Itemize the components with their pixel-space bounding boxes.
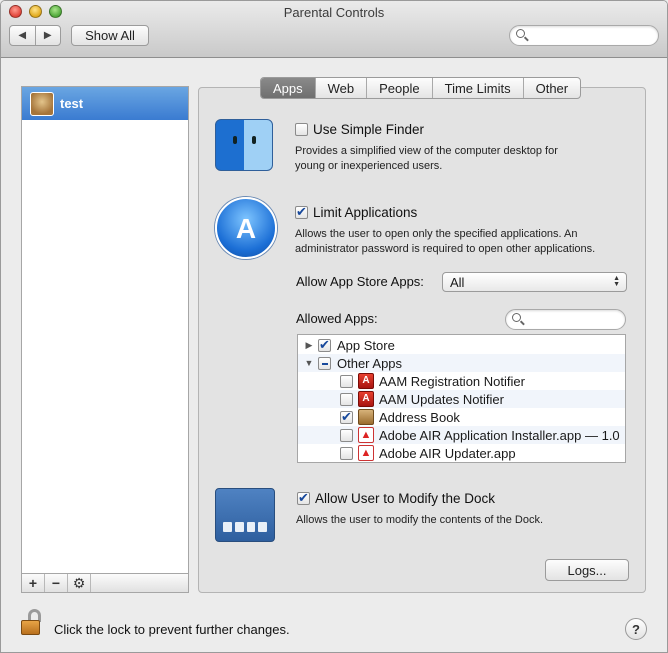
- allowed-apps-label: Allowed Apps:: [296, 311, 378, 326]
- help-button[interactable]: ?: [625, 618, 647, 640]
- app-name: AAM Updates Notifier: [379, 391, 504, 407]
- app-checkbox[interactable]: [340, 428, 353, 442]
- user-list[interactable]: test: [21, 86, 189, 574]
- limit-applications-description: Allows the user to open only the specifi…: [295, 227, 595, 257]
- list-item[interactable]: ▶ App Store: [298, 336, 625, 354]
- use-simple-finder-option[interactable]: Use Simple Finder: [295, 122, 424, 137]
- app-checkbox[interactable]: [340, 446, 353, 460]
- allowed-apps-list[interactable]: ▶ App Store ▼ Other Apps AAM Registratio…: [297, 334, 626, 463]
- user-list-item[interactable]: test: [22, 87, 188, 120]
- list-item[interactable]: Address Book: [298, 408, 625, 426]
- forward-icon[interactable]: ▶: [36, 30, 61, 41]
- search-field[interactable]: [509, 25, 659, 46]
- use-simple-finder-checkbox[interactable]: [295, 123, 308, 136]
- app-checkbox[interactable]: [340, 409, 353, 425]
- app-name: App Store: [337, 337, 395, 353]
- modify-dock-label: Allow User to Modify the Dock: [315, 491, 496, 506]
- allow-app-store-apps-select[interactable]: All ▲ ▼: [442, 272, 627, 292]
- simple-finder-description-line: young or inexperienced users.: [295, 160, 443, 172]
- modify-dock-description: Allows the user to modify the contents o…: [296, 514, 544, 526]
- app-checkbox[interactable]: [318, 337, 331, 353]
- tab-apps[interactable]: Apps: [261, 78, 316, 98]
- limit-applications-description-line: administrator password is required to op…: [295, 243, 596, 255]
- show-all-button[interactable]: Show All: [71, 25, 149, 46]
- add-user-button[interactable]: +: [22, 574, 45, 592]
- app-store-icon: A: [215, 197, 277, 259]
- title-bar: Parental Controls ◀ ▶ Show All: [1, 1, 667, 58]
- search-icon: [512, 313, 521, 322]
- simple-finder-description-line: Provides a simplified view of the comput…: [295, 145, 558, 157]
- list-item[interactable]: Adobe AIR Updater.app: [298, 444, 625, 462]
- allow-app-store-apps-label: Allow App Store Apps:: [296, 274, 424, 289]
- popup-arrows-icon: ▲ ▼: [613, 275, 620, 288]
- window-title: Parental Controls: [283, 5, 385, 20]
- list-item[interactable]: Adobe AIR Application Installer.app — 1.…: [298, 426, 625, 444]
- modify-dock-checkbox[interactable]: [297, 490, 310, 506]
- lock-status-text: Click the lock to prevent further change…: [54, 622, 290, 637]
- adobe-air-icon: [358, 445, 374, 461]
- app-name: Other Apps: [337, 355, 403, 371]
- app-name: Adobe AIR Updater.app: [379, 445, 516, 461]
- app-name: Adobe AIR Application Installer.app — 1.…: [379, 427, 620, 443]
- allow-app-store-apps-value: All: [450, 274, 465, 290]
- adobe-icon: [358, 391, 374, 407]
- user-name: test: [60, 96, 84, 111]
- tab-other[interactable]: Other: [524, 78, 581, 98]
- use-simple-finder-label: Use Simple Finder: [313, 122, 425, 137]
- tab-time-limits[interactable]: Time Limits: [433, 78, 524, 98]
- dock-icon: [215, 488, 275, 542]
- parental-controls-window: Parental Controls ◀ ▶ Show All test + − …: [0, 0, 668, 653]
- limit-applications-checkbox[interactable]: [295, 204, 308, 220]
- list-item[interactable]: ▼ Other Apps: [298, 354, 625, 372]
- avatar: [30, 91, 54, 116]
- search-icon: [516, 29, 525, 38]
- limit-applications-label: Limit Applications: [313, 205, 418, 220]
- disclosure-triangle-icon[interactable]: ▶: [304, 340, 314, 351]
- tab-web[interactable]: Web: [316, 78, 368, 98]
- back-forward-control: ◀ ▶: [9, 25, 61, 46]
- app-checkbox[interactable]: [318, 356, 331, 370]
- limit-applications-description-line: Allows the user to open only the specifi…: [295, 228, 578, 240]
- logs-button[interactable]: Logs...: [545, 559, 629, 581]
- list-item[interactable]: AAM Registration Notifier: [298, 372, 625, 390]
- adobe-air-icon: [358, 427, 374, 443]
- remove-user-button[interactable]: −: [45, 574, 68, 592]
- modify-dock-option[interactable]: Allow User to Modify the Dock: [297, 490, 496, 506]
- user-list-toolbar: + − ⚙: [21, 573, 189, 593]
- app-checkbox[interactable]: [340, 374, 353, 388]
- app-name: AAM Registration Notifier: [379, 373, 525, 389]
- adobe-icon: [358, 373, 374, 389]
- limit-applications-option[interactable]: Limit Applications: [295, 204, 418, 220]
- gear-icon[interactable]: ⚙: [68, 574, 91, 592]
- lock-icon[interactable]: [21, 609, 41, 637]
- tab-people[interactable]: People: [367, 78, 433, 98]
- app-name: Address Book: [379, 409, 460, 425]
- finder-icon: [215, 119, 273, 171]
- disclosure-triangle-icon[interactable]: ▼: [304, 358, 314, 368]
- address-book-icon: [358, 409, 374, 425]
- tab-bar: Apps Web People Time Limits Other: [260, 77, 582, 99]
- allowed-apps-search-field[interactable]: [505, 309, 626, 330]
- app-checkbox[interactable]: [340, 392, 353, 406]
- back-icon[interactable]: ◀: [10, 30, 35, 41]
- simple-finder-description: Provides a simplified view of the comput…: [295, 144, 558, 174]
- list-item[interactable]: AAM Updates Notifier: [298, 390, 625, 408]
